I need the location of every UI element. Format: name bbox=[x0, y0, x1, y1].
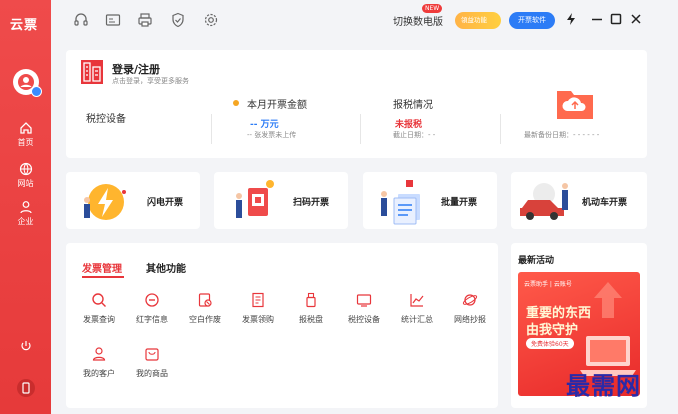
minimize-icon[interactable] bbox=[590, 12, 604, 26]
function-invoice-query[interactable]: 发票查询 bbox=[73, 292, 125, 325]
function-label: 报税盘 bbox=[299, 315, 323, 324]
tax-device-label[interactable]: 税控设备 bbox=[86, 110, 126, 125]
unuploaded-count: -- 张发票未上传 bbox=[247, 131, 297, 139]
function-label: 税控设备 bbox=[348, 315, 380, 324]
backup-date: 最新备份日期：- - - - - - bbox=[524, 131, 600, 139]
banner-headline-2: 由我守护 bbox=[526, 323, 579, 338]
latest-activities-title: 最新活动 bbox=[518, 256, 555, 266]
switch-digital-version-button[interactable]: 切换数电版 bbox=[393, 13, 443, 28]
app-window: 云票 首页 网站 企业 切换数电版 NEW 領益功能 开票软件 登录/注册 点击… bbox=[0, 0, 678, 414]
function-label: 红字信息 bbox=[136, 315, 168, 324]
function-online-copy[interactable]: 网络抄报 bbox=[444, 292, 496, 325]
divider bbox=[500, 114, 501, 144]
sidebar-item-label: 企业 bbox=[17, 217, 34, 226]
maximize-icon[interactable] bbox=[609, 12, 623, 26]
function-label: 我的商品 bbox=[136, 369, 168, 378]
feature-label: 扫码开票 bbox=[293, 198, 330, 208]
feature-label: 闪电开票 bbox=[147, 198, 184, 208]
home-icon bbox=[19, 122, 32, 134]
vehicle-invoice-icon bbox=[520, 183, 568, 220]
lightning-icon[interactable] bbox=[564, 12, 578, 26]
monitor-icon bbox=[356, 294, 372, 307]
function-red-info[interactable]: 红字信息 bbox=[126, 292, 178, 325]
power-button[interactable] bbox=[0, 340, 51, 352]
chart-icon bbox=[410, 294, 424, 307]
new-badge: NEW bbox=[422, 4, 443, 13]
banner-trial-button[interactable]: 免费体验60天 bbox=[526, 338, 574, 349]
gear-icon[interactable] bbox=[203, 12, 219, 28]
function-label: 发票查询 bbox=[83, 315, 115, 324]
benefit-function-button[interactable]: 領益功能 bbox=[455, 12, 501, 29]
customer-icon bbox=[92, 347, 106, 361]
invoice-icon bbox=[252, 292, 264, 308]
feature-label: 批量开票 bbox=[441, 198, 478, 208]
scan-invoice-icon bbox=[236, 180, 274, 218]
shield-icon[interactable] bbox=[170, 12, 186, 28]
batch-invoice-icon bbox=[381, 180, 420, 225]
avatar[interactable] bbox=[13, 69, 42, 97]
status-dot bbox=[233, 100, 239, 106]
function-my-goods[interactable]: 我的商品 bbox=[126, 346, 178, 379]
function-label: 网络抄报 bbox=[454, 315, 486, 324]
functions-panel bbox=[66, 243, 498, 408]
function-statistics[interactable]: 统计汇总 bbox=[391, 292, 443, 325]
tax-report-status: 未报税 bbox=[395, 120, 423, 130]
banner-brand: 云票助手 | 云账号 bbox=[524, 281, 572, 288]
search-icon bbox=[92, 293, 106, 307]
benefit-function-label: 領益功能 bbox=[461, 16, 487, 24]
id-card-icon[interactable] bbox=[105, 12, 121, 28]
usb-icon bbox=[306, 292, 316, 308]
tab-active-indicator bbox=[82, 276, 124, 278]
monthly-invoice-label: 本月开票金额 bbox=[247, 100, 307, 111]
tab-invoice-management[interactable]: 发票管理 bbox=[82, 260, 122, 275]
headset-icon[interactable] bbox=[73, 12, 89, 28]
divider bbox=[211, 114, 212, 144]
printer-icon[interactable] bbox=[137, 12, 153, 28]
lightning-invoice-icon bbox=[84, 184, 126, 220]
login-hint: 点击登录，享受更多服务 bbox=[112, 77, 189, 85]
tax-report-label: 报税情况 bbox=[393, 100, 433, 111]
cloud-backup-icon[interactable] bbox=[553, 85, 597, 121]
monthly-invoice-value: -- 万元 bbox=[250, 120, 279, 130]
phone-button[interactable] bbox=[0, 378, 51, 398]
power-icon bbox=[20, 341, 31, 351]
close-icon[interactable] bbox=[629, 12, 643, 26]
function-label: 统计汇总 bbox=[401, 315, 433, 324]
building-icon bbox=[81, 60, 103, 84]
function-my-customers[interactable]: 我的客户 bbox=[73, 346, 125, 379]
divider bbox=[360, 114, 361, 144]
function-invoice-purchase[interactable]: 发票领购 bbox=[232, 292, 284, 325]
top-toolbar: 切换数电版 NEW 領益功能 开票软件 bbox=[51, 0, 678, 42]
sidebar-item-label: 首页 bbox=[17, 138, 34, 147]
sidebar-item-label: 网站 bbox=[17, 179, 34, 188]
phone-icon bbox=[16, 379, 35, 397]
goods-icon bbox=[145, 348, 159, 361]
login-register-link[interactable]: 登录/注册 bbox=[112, 61, 160, 77]
user-icon bbox=[19, 201, 32, 214]
function-blank-void[interactable]: 空白作废 bbox=[179, 292, 231, 325]
user-avatar-icon bbox=[18, 74, 34, 90]
invoicing-software-button[interactable]: 开票软件 bbox=[509, 12, 555, 29]
feature-label: 机动车开票 bbox=[582, 198, 628, 208]
function-tax-device[interactable]: 税控设备 bbox=[338, 292, 390, 325]
function-label: 发票领购 bbox=[242, 315, 274, 324]
tax-deadline: 截止日期：- - bbox=[393, 131, 436, 139]
function-tax-disk[interactable]: 报税盘 bbox=[285, 292, 337, 325]
watermark: 最需网 bbox=[566, 371, 641, 400]
sidebar-item-home[interactable]: 首页 bbox=[0, 121, 51, 148]
function-label: 我的客户 bbox=[83, 369, 115, 378]
globe-icon bbox=[19, 162, 32, 176]
planet-icon bbox=[462, 294, 478, 306]
sidebar: 云票 首页 网站 企业 bbox=[0, 0, 51, 414]
sidebar-item-website[interactable]: 网站 bbox=[0, 162, 51, 189]
minus-circle-icon bbox=[145, 293, 159, 307]
app-logo: 云票 bbox=[10, 18, 39, 33]
sidebar-item-enterprise[interactable]: 企业 bbox=[0, 200, 51, 227]
tab-other-functions[interactable]: 其他功能 bbox=[146, 260, 186, 275]
void-icon bbox=[198, 293, 212, 307]
function-label: 空白作废 bbox=[189, 315, 221, 324]
